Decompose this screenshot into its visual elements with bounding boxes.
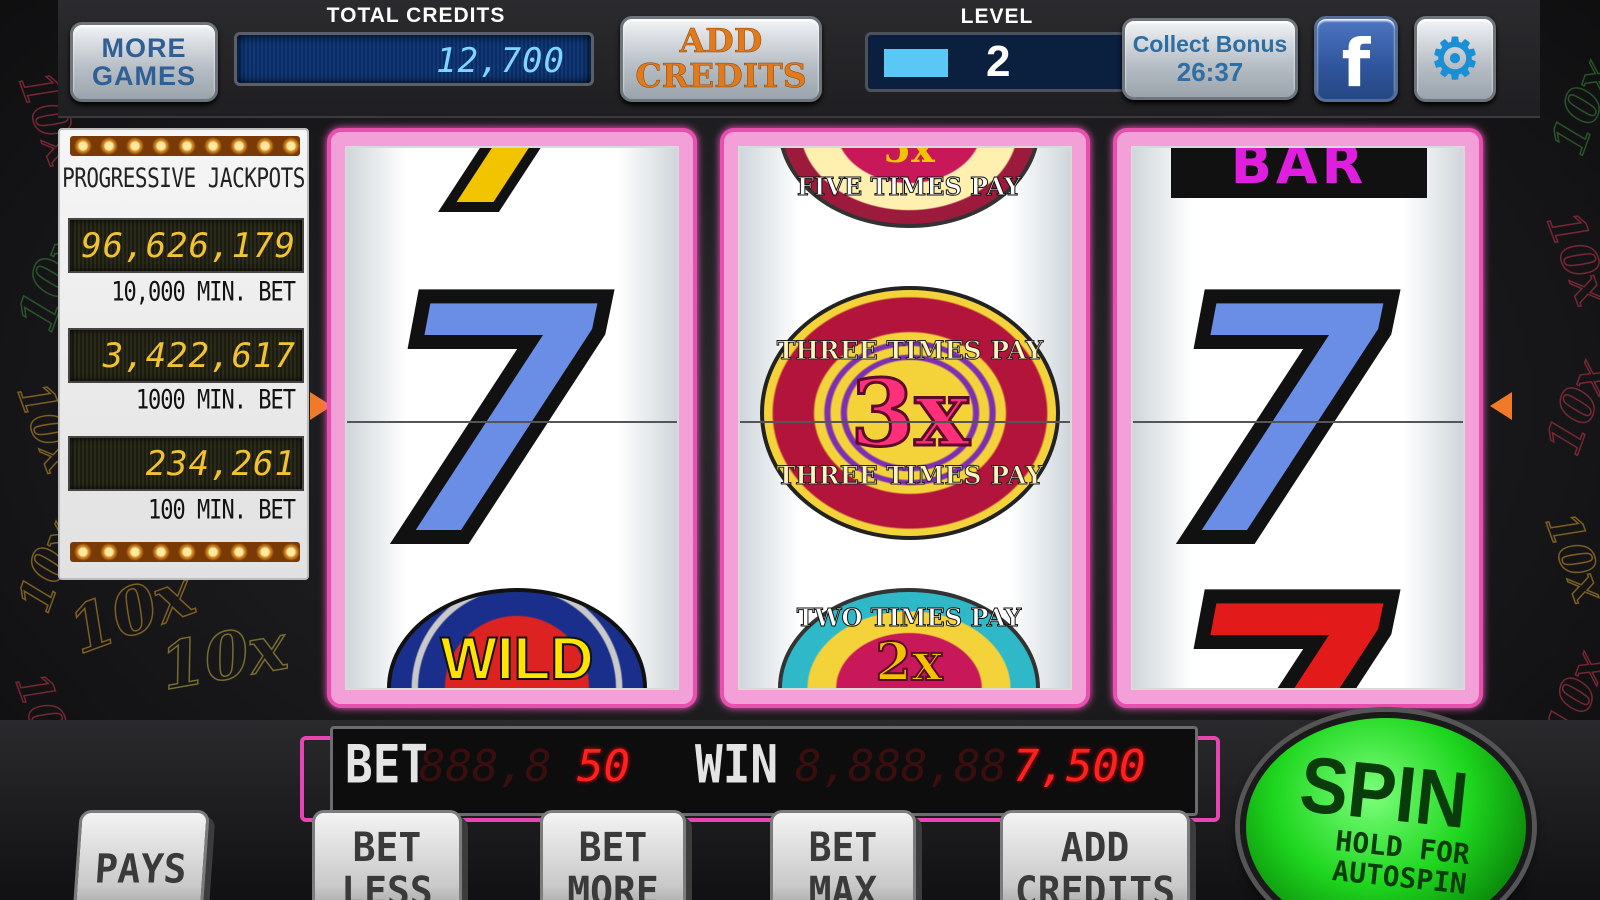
pays-button[interactable]: PAYS [72,810,210,900]
jackpot-value: 3,422,617 [102,336,296,376]
bet-max-label: BET MAX [808,824,878,900]
facebook-icon: f [1341,25,1371,103]
collect-bonus-button[interactable]: Collect Bonus 26:37 [1122,18,1298,100]
jackpot-value-display: 96,626,179 [68,218,304,273]
bulb-strip-bottom [70,542,300,562]
add-credits-button[interactable]: ADD CREDITS [1000,810,1190,900]
total-credits-label: TOTAL CREDITS [326,4,506,27]
bg-10x-decor: 10x [1534,504,1600,610]
payline [347,421,677,423]
reel-1: 7 7 WILD [327,128,697,708]
jackpots-title: PROGRESSIVE JACKPOTS [62,163,305,193]
three-times-pay-bottom-text: THREE TIMES PAY [776,461,1044,491]
three-times-pay-mult: 3x [849,358,971,467]
bet-label: BET [345,732,429,796]
bet-win-display: BET 888,8 50 WIN 8,888,88 7,500 [330,726,1198,816]
jackpot-min-bet: 10,000 MIN. BET [111,277,296,308]
level-display: 2 [865,32,1127,92]
two-times-pay-text: TWO TIMES PAY [796,603,1022,633]
payline-right-arrow [1490,392,1512,420]
bet-less-button[interactable]: BET LESS [312,810,462,900]
payline [740,421,1070,423]
add-credits-label: ADD CREDITS [1014,824,1176,900]
more-games-button[interactable]: MORE GAMES [70,22,218,102]
bet-value: 50 [577,741,630,792]
wild-label: WILD [439,624,594,690]
pays-label: PAYS [93,845,189,892]
progressive-jackpots-panel: PROGRESSIVE JACKPOTS 96,626,179 10,000 M… [58,128,309,580]
bg-10x-decor: 10x [1534,203,1600,313]
jackpot-value: 234,261 [145,444,296,484]
bulb-strip-top [70,136,300,156]
gear-icon: ⚙ [1429,26,1481,90]
total-credits-value: 12,700 [436,41,565,81]
bet-more-label: BET MORE [567,824,659,900]
bar-label: BAR [1230,146,1368,196]
reel-3-window: BAR 7 7 [1131,146,1465,690]
jackpot-value-display: 3,422,617 [68,328,304,383]
settings-button[interactable]: ⚙ [1414,16,1496,102]
win-label: WIN [695,732,779,796]
collect-bonus-content: Collect Bonus 26:37 [1125,21,1295,97]
reel-2-window: 5x FIVE TIMES PAY THREE TIMES PAY 3x THR… [738,146,1072,690]
reel-1-center-seven: 7 [370,231,614,615]
payline [1133,421,1463,423]
collect-bonus-timer: 26:37 [1176,56,1244,87]
five-times-pay-text: FIVE TIMES PAY [796,172,1022,202]
two-times-pay-mult: 2x [874,631,943,690]
reel-2: 5x FIVE TIMES PAY THREE TIMES PAY 3x THR… [720,128,1090,708]
reel-3: BAR 7 7 [1113,128,1483,708]
reel-2-five-times-pay-symbol: 5x FIVE TIMES PAY [778,146,1040,228]
bet-more-button[interactable]: BET MORE [540,810,686,900]
reel-2-three-times-pay-symbol: THREE TIMES PAY 3x THREE TIMES PAY [760,286,1060,540]
level-value: 2 [986,37,1011,86]
reel-3-bar-symbol: BAR [1171,146,1427,198]
total-credits-display: 12,700 [234,32,594,86]
jackpot-min-bet: 100 MIN. BET [148,495,296,526]
slot-machine-screen: 10x 10x 10x 10x 10x 10x 10x 10x 10x 10x … [0,0,1600,900]
facebook-button[interactable]: f [1314,16,1398,102]
reel-2-two-times-pay-symbol: TWO TIMES PAY 2x [778,588,1040,690]
bet-ghost-digits: 888,8 [419,741,552,792]
collect-bonus-label: Collect Bonus [1132,30,1288,57]
level-label: LEVEL [960,5,1034,28]
add-credits-top-label: ADD CREDITS [635,21,807,95]
jackpot-value-display: 234,261 [68,436,304,491]
bet-less-label: BET LESS [341,824,433,900]
more-games-label: MORE GAMES [91,32,196,91]
bg-10x-decor: 10x [1534,353,1600,463]
win-value: 7,500 [1013,741,1146,792]
level-progress-bar [884,49,948,77]
five-times-pay-mult: 5x [883,146,935,172]
jackpot-value: 96,626,179 [81,226,296,266]
add-credits-top-button[interactable]: ADD CREDITS [620,16,822,102]
reel-3-bottom-seven: 7 [1156,551,1400,688]
bet-max-button[interactable]: BET MAX [770,810,916,900]
win-ghost-digits: 8,888,88 [795,741,1007,792]
reel-1-window: 7 7 WILD [345,146,679,690]
bg-10x-decor: 10x [1539,53,1600,163]
jackpot-min-bet: 1000 MIN. BET [135,385,296,416]
